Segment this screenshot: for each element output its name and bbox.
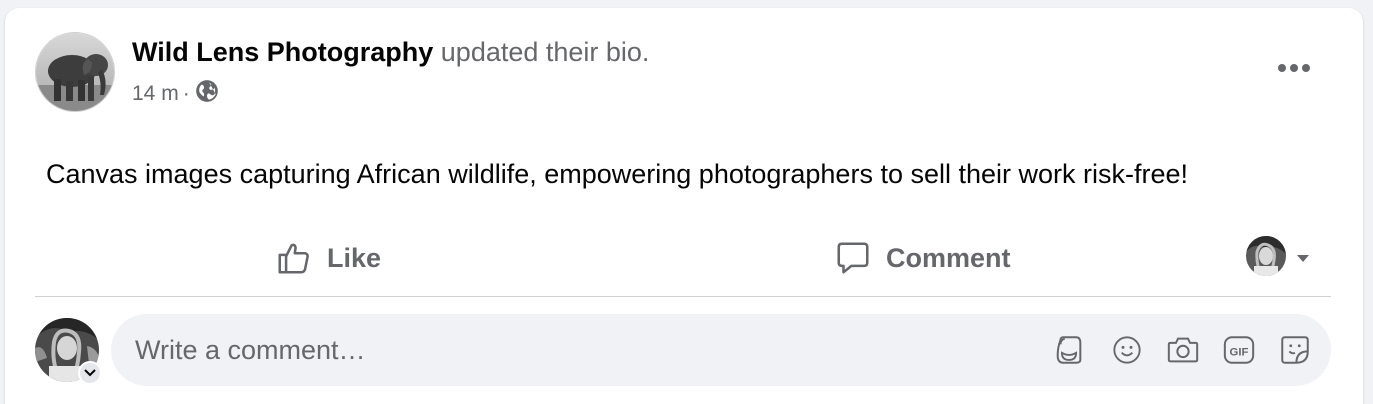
meta-separator: · (182, 82, 190, 105)
gif-icon[interactable]: GIF (1220, 331, 1258, 369)
more-horizontal-icon (1278, 64, 1310, 72)
user-avatar-photo (1246, 236, 1286, 276)
caret-down-icon[interactable] (1293, 248, 1313, 268)
like-button[interactable]: Like (275, 230, 381, 286)
comment-label: Comment (886, 242, 1011, 273)
post-text: Canvas images capturing African wildlife… (46, 159, 1189, 189)
page-avatar[interactable] (35, 32, 115, 112)
thumbs-up-icon (278, 243, 309, 274)
page-name-link[interactable]: Wild Lens Photography (132, 37, 433, 67)
svg-text:GIF: GIF (1230, 347, 1249, 359)
post-action-text: updated their bio. (440, 37, 650, 67)
more-options-button[interactable] (1267, 48, 1321, 88)
actions-divider (35, 296, 1331, 297)
post-timestamp[interactable]: 14 m (132, 82, 179, 106)
comment-composer: GIF (111, 314, 1331, 386)
post-actions-bar: Like Comment (35, 230, 1331, 286)
avatar-sticker-icon[interactable] (1050, 331, 1088, 369)
post-header: Wild Lens Photography updated their bio. (132, 34, 649, 70)
comment-button[interactable]: Comment (834, 230, 1011, 286)
reaction-avatar[interactable] (1246, 236, 1286, 276)
account-switcher-chevron[interactable] (78, 361, 102, 385)
camera-icon[interactable] (1164, 331, 1202, 369)
chevron-down-icon (84, 369, 96, 377)
sticker-icon[interactable] (1276, 331, 1314, 369)
comment-input[interactable] (135, 314, 1035, 386)
post-meta: 14 m · (132, 78, 220, 110)
comment-bubble-icon (837, 242, 869, 274)
elephant-photo (36, 33, 114, 111)
globe-icon[interactable] (194, 78, 220, 110)
emoji-icon[interactable] (1108, 331, 1146, 369)
like-label: Like (327, 242, 382, 273)
